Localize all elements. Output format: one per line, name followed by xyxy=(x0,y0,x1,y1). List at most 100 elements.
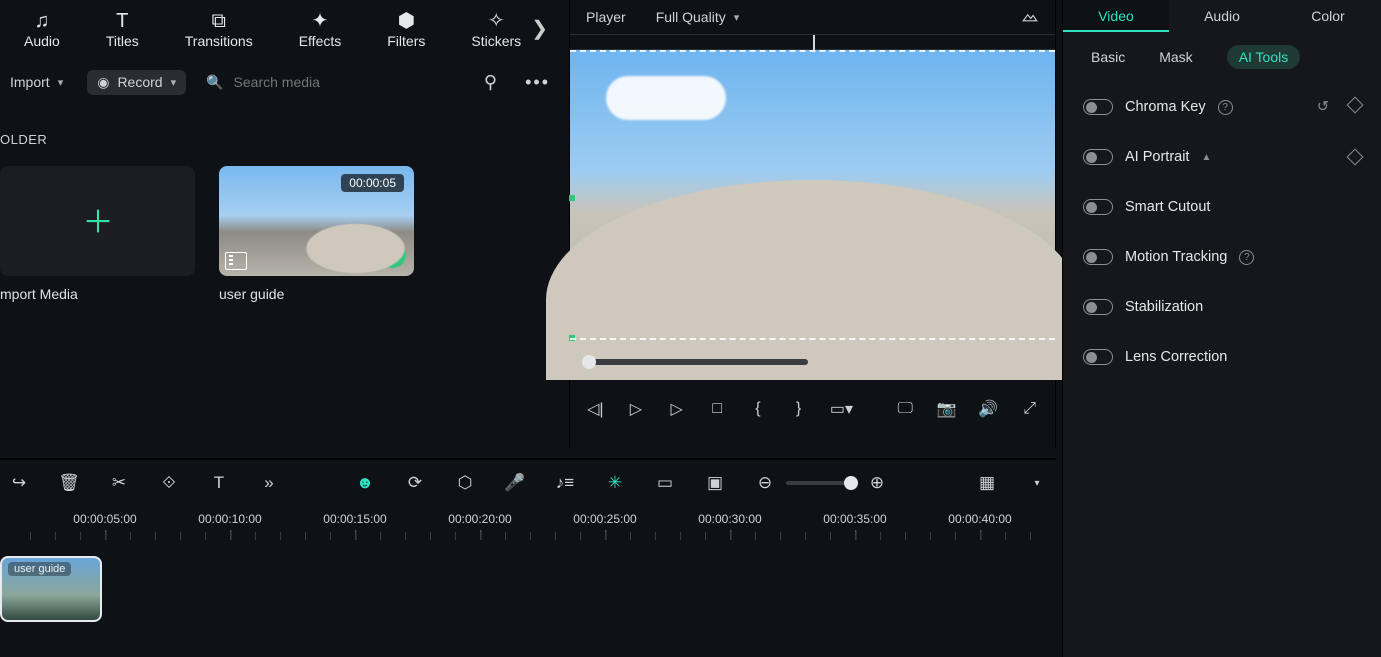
tab-filters[interactable]: ⬢Filters xyxy=(387,11,425,49)
more-tools-icon[interactable]: » xyxy=(258,473,280,493)
tab-transitions[interactable]: ⧉Transitions xyxy=(185,11,253,49)
video-type-icon xyxy=(225,252,247,270)
render-icon[interactable]: ▣ xyxy=(704,473,726,493)
scrub-handle[interactable] xyxy=(582,355,596,369)
zoom-track[interactable] xyxy=(786,481,856,485)
inspector-tab-video[interactable]: Video xyxy=(1063,0,1169,32)
aspect-menu-icon[interactable]: ▭▾ xyxy=(830,399,852,419)
search-media: 🔍 xyxy=(206,74,403,91)
add-media-thumb[interactable] xyxy=(0,166,195,276)
tab-stickers[interactable]: ✧ Stickers xyxy=(471,11,521,49)
player-tab-label: Player xyxy=(586,9,626,25)
crop-handle-bottom-left[interactable] xyxy=(569,335,575,341)
keyframe-panel-icon[interactable]: ▭ xyxy=(654,473,676,493)
tab-audio[interactable]: ♫Audio xyxy=(24,11,60,49)
player-ruler[interactable] xyxy=(570,34,1055,50)
auto-reframe-icon[interactable]: ✳ xyxy=(604,473,626,493)
keyframe-icon[interactable] xyxy=(1347,149,1364,166)
import-media-cell[interactable]: mport Media xyxy=(0,166,195,302)
ruler-tick: 00:00:10:00 xyxy=(198,512,261,526)
search-input[interactable] xyxy=(234,74,404,90)
redo-icon[interactable]: ↪ xyxy=(8,473,30,493)
subtab-ai-tools[interactable]: AI Tools xyxy=(1227,45,1301,69)
collapse-caret-icon[interactable]: ▲ xyxy=(1201,152,1211,163)
import-button[interactable]: Import▾ xyxy=(0,70,73,94)
stickers-icon: ✧ xyxy=(488,11,505,31)
record-button[interactable]: ◉Record▾ xyxy=(87,70,186,95)
help-icon[interactable]: ? xyxy=(1218,100,1233,115)
marker-shield-icon[interactable]: ⬡ xyxy=(454,473,476,493)
inspector-tabs: Video Audio Color xyxy=(1063,0,1381,32)
prev-frame-icon[interactable]: ◁| xyxy=(586,399,605,419)
timeline-clip[interactable]: user guide xyxy=(0,556,102,622)
tab-titles[interactable]: TTitles xyxy=(106,11,139,49)
text-icon[interactable]: T xyxy=(208,473,230,493)
tool-ai-portrait: AI Portrait ▲ xyxy=(1063,132,1381,182)
media-clip-cell[interactable]: 00:00:05 user guide xyxy=(219,166,414,302)
keyframe-icon[interactable] xyxy=(1347,97,1364,114)
mark-out-icon[interactable]: } xyxy=(789,400,808,418)
tab-stickers-label: Stickers xyxy=(471,33,521,49)
media-clip-thumb[interactable]: 00:00:05 xyxy=(219,166,414,276)
mark-in-icon[interactable]: { xyxy=(749,400,768,418)
preview-viewport[interactable] xyxy=(570,50,1055,340)
split-icon[interactable]: ✂ xyxy=(108,473,130,493)
import-label: Import xyxy=(10,74,50,90)
chevron-down-icon: ▾ xyxy=(734,11,740,24)
more-menu-icon[interactable]: ••• xyxy=(525,72,550,93)
tab-transitions-label: Transitions xyxy=(185,33,253,49)
tool-chroma-key: Chroma Key ? ↺ xyxy=(1063,82,1381,132)
import-media-label: mport Media xyxy=(0,286,195,302)
crop-handle-left[interactable] xyxy=(569,195,575,201)
track-options-icon[interactable]: ▦ xyxy=(976,473,998,493)
audio-beat-icon[interactable]: ♪≡ xyxy=(554,473,576,493)
toggle-smart-cutout[interactable] xyxy=(1083,199,1113,215)
timeline-menu-chevron-icon[interactable]: ▾ xyxy=(1026,478,1048,489)
snapshot-icon[interactable]: 📷 xyxy=(936,399,956,419)
more-tabs-chevron-icon[interactable]: ❯ xyxy=(531,16,548,41)
display-settings-icon[interactable]: 🖵 xyxy=(896,400,915,418)
volume-icon[interactable]: 🔊 xyxy=(978,399,998,419)
subtab-basic[interactable]: Basic xyxy=(1091,49,1125,65)
tab-effects[interactable]: ✦Effects xyxy=(299,11,342,49)
ai-assistant-icon[interactable]: ☻ xyxy=(354,473,376,493)
timeline-zoom: ⊖ ⊕ xyxy=(754,473,888,493)
tool-motion-tracking: Motion Tracking ? xyxy=(1063,232,1381,282)
play-icon[interactable]: ▷ xyxy=(667,399,686,419)
voiceover-mic-icon[interactable]: 🎤 xyxy=(504,473,526,493)
inspector-tab-audio[interactable]: Audio xyxy=(1169,0,1275,32)
delete-icon[interactable]: 🗑 xyxy=(58,473,80,493)
quality-dropdown[interactable]: Full Quality▾ xyxy=(656,9,740,25)
crop-icon[interactable]: ⟐ xyxy=(158,473,180,493)
tool-label: Smart Cutout xyxy=(1125,199,1210,215)
toggle-chroma-key[interactable] xyxy=(1083,99,1113,115)
zoom-in-icon[interactable]: ⊕ xyxy=(866,473,888,493)
snapshot-mode-icon[interactable] xyxy=(1021,8,1039,26)
zoom-out-icon[interactable]: ⊖ xyxy=(754,473,776,493)
toggle-lens-correction[interactable] xyxy=(1083,349,1113,365)
zoom-handle[interactable] xyxy=(844,476,858,490)
timeline-ruler[interactable]: 00:00:05:00 00:00:10:00 00:00:15:00 00:0… xyxy=(0,506,1056,544)
record-label: Record xyxy=(117,74,162,90)
fullscreen-icon[interactable]: ⤢ xyxy=(1020,400,1039,418)
toggle-motion-tracking[interactable] xyxy=(1083,249,1113,265)
inspector-tab-color[interactable]: Color xyxy=(1275,0,1381,32)
reset-icon[interactable]: ↺ xyxy=(1317,99,1329,115)
ruler-tick: 00:00:15:00 xyxy=(323,512,386,526)
filter-icon[interactable]: ⚲ xyxy=(484,72,497,93)
toggle-stabilization[interactable] xyxy=(1083,299,1113,315)
subtab-mask[interactable]: Mask xyxy=(1159,49,1192,65)
source-tabs: ♫Audio TTitles ⧉Transitions ✦Effects ⬢Fi… xyxy=(0,0,560,60)
stop-icon[interactable]: □ xyxy=(708,400,727,418)
speed-icon[interactable]: ⟳ xyxy=(404,473,426,493)
scrub-track[interactable] xyxy=(586,359,808,365)
toggle-ai-portrait[interactable] xyxy=(1083,149,1113,165)
playhead-icon[interactable] xyxy=(813,35,815,51)
play-pause-icon[interactable]: ▷ xyxy=(627,399,646,419)
sparkle-icon: ✦ xyxy=(312,11,329,31)
player-controls: ◁| ▷ ▷ □ { } ▭▾ 🖵 📷 🔊 ⤢ xyxy=(570,384,1055,434)
help-icon[interactable]: ? xyxy=(1239,250,1254,265)
tool-label: AI Portrait xyxy=(1125,149,1189,165)
tool-label: Lens Correction xyxy=(1125,349,1227,365)
ruler-tick: 00:00:30:00 xyxy=(698,512,761,526)
